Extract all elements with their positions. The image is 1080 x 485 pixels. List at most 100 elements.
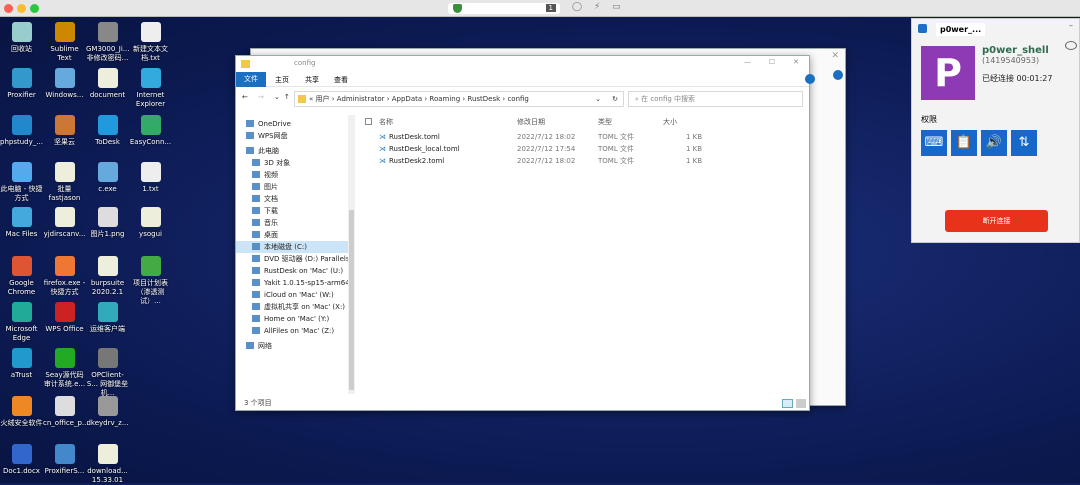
file-row[interactable]: ⋊ RustDesk_local.toml 2022/7/12 17:54 TOML … xyxy=(376,143,706,155)
column-size[interactable]: 大小 xyxy=(663,117,677,127)
desktop-icon[interactable]: aTrust xyxy=(0,348,43,380)
session-tab[interactable]: p0wer_... xyxy=(936,23,986,36)
desktop-icon[interactable]: 批量 fastjason xyxy=(43,162,86,203)
desktop-icon[interactable]: firefox.exe - 快捷方式 xyxy=(43,256,86,297)
desktop-icon[interactable]: 火绒安全软件 xyxy=(0,396,43,428)
help-icon[interactable] xyxy=(833,70,843,80)
recent-dropdown[interactable]: ⌄ xyxy=(274,93,280,101)
desktop-icon[interactable]: Windows... xyxy=(43,68,86,100)
nav-item[interactable]: 虚拟机共享 on 'Mac' (X:) xyxy=(236,301,348,313)
nav-item[interactable]: 图片 xyxy=(236,181,348,193)
desktop-icon[interactable]: OPClient-S... 网御堡垒机... xyxy=(86,348,129,398)
close-icon[interactable]: ✕ xyxy=(831,51,839,61)
nav-item[interactable]: 下载 xyxy=(236,205,348,217)
breadcrumb-item[interactable]: « xyxy=(309,95,313,103)
address-dropdown[interactable]: ⌄ xyxy=(595,92,601,106)
desktop-icon[interactable]: 坚果云 xyxy=(43,115,86,147)
nav-item[interactable]: WPS网盘 xyxy=(236,130,348,142)
large-icons-view-button[interactable] xyxy=(796,399,806,408)
nav-item[interactable]: 网络 xyxy=(236,340,348,352)
minimize-window-button[interactable] xyxy=(17,4,26,13)
minimize-button[interactable]: – xyxy=(1069,21,1073,30)
back-button[interactable]: ← xyxy=(242,93,248,101)
nav-item[interactable]: Home on 'Mac' (Y:) xyxy=(236,313,348,325)
nav-item[interactable]: 音乐 xyxy=(236,217,348,229)
up-button[interactable]: ↑ xyxy=(284,93,290,101)
desktop-icon[interactable]: document xyxy=(86,68,129,100)
desktop-icon[interactable]: phpstudy_... xyxy=(0,115,43,147)
desktop-icon[interactable]: ToDesk xyxy=(86,115,129,147)
nav-scrollbar[interactable] xyxy=(348,115,355,394)
audio-icon[interactable]: 🔊 xyxy=(981,130,1007,156)
desktop-icon[interactable]: Seay源代码审计系统.e... xyxy=(43,348,86,389)
close-window-button[interactable] xyxy=(4,4,13,13)
nav-item[interactable]: 本地磁盘 (C:) xyxy=(236,241,348,253)
zoom-window-button[interactable] xyxy=(30,4,39,13)
address-bar[interactable]: « 用户 › Administrator › AppData › Roaming… xyxy=(294,91,624,107)
nav-item[interactable]: 视频 xyxy=(236,169,348,181)
keyboard-mouse-icon[interactable]: ⌨ xyxy=(921,130,947,156)
help-icon[interactable] xyxy=(805,74,815,84)
desktop-icon[interactable]: WPS Office xyxy=(43,302,86,334)
desktop-icon[interactable]: 此电脑 - 快捷方式 xyxy=(0,162,43,203)
address-field[interactable]: 1 xyxy=(448,3,560,14)
desktop-icon[interactable]: Internet Explorer xyxy=(129,68,172,109)
desktop-icon[interactable]: c.exe xyxy=(86,162,129,194)
column-name[interactable]: 名称 xyxy=(379,117,393,127)
nav-item[interactable]: RustDesk on 'Mac' (U:) xyxy=(236,265,348,277)
desktop-icon[interactable]: Mac Files xyxy=(0,207,43,239)
desktop-icon[interactable]: burpsuite 2020.2.1 xyxy=(86,256,129,297)
desktop-icon[interactable]: ProxifierS... xyxy=(43,444,86,476)
breadcrumb-item[interactable]: AppData xyxy=(392,95,422,103)
nav-item[interactable]: iCloud on 'Mac' (W:) xyxy=(236,289,348,301)
column-date[interactable]: 修改日期 xyxy=(517,117,545,127)
display-icon[interactable]: ▭ xyxy=(612,2,621,12)
nav-item[interactable]: OneDrive xyxy=(236,118,348,130)
breadcrumb-item[interactable]: RustDesk xyxy=(467,95,500,103)
tab-view[interactable]: 查看 xyxy=(334,75,348,85)
flash-icon[interactable]: ⚡ xyxy=(594,2,600,12)
desktop-icon[interactable]: Proxifier xyxy=(0,68,43,100)
desktop-icon[interactable]: yjdirscanv... xyxy=(43,207,86,239)
nav-item[interactable]: AllFiles on 'Mac' (Z:) xyxy=(236,325,348,337)
desktop-icon[interactable]: 回收站 xyxy=(0,22,43,54)
desktop-icon[interactable]: 运维客户端 xyxy=(86,302,129,334)
file-row[interactable]: ⋊ RustDesk2.toml 2022/7/12 18:02 TOML 文件 1 K… xyxy=(376,155,706,167)
search-box[interactable]: ⌕ 在 config 中搜索 xyxy=(628,91,803,107)
clipboard-icon[interactable]: 📋 xyxy=(951,130,977,156)
nav-item[interactable]: 此电脑 xyxy=(236,145,348,157)
nav-item[interactable]: 桌面 xyxy=(236,229,348,241)
desktop-icon[interactable]: Sublime Text xyxy=(43,22,86,63)
breadcrumb-item[interactable]: Administrator xyxy=(337,95,385,103)
maximize-button[interactable]: ☐ xyxy=(769,58,775,66)
desktop-icon[interactable]: dkeydrv_z... xyxy=(86,396,129,428)
desktop-icon[interactable]: ysogui xyxy=(129,207,172,239)
file-row[interactable]: ⋊ RustDesk.toml 2022/7/12 18:02 TOML 文件 1 KB xyxy=(376,131,706,143)
nav-item[interactable]: Yakit 1.0.15-sp15-arm64 xyxy=(236,277,348,289)
desktop-icon[interactable]: 项目计划表（渗透测试）... xyxy=(129,256,172,306)
chat-icon[interactable]: ◯ xyxy=(572,2,582,12)
column-type[interactable]: 类型 xyxy=(598,117,612,127)
breadcrumb-item[interactable]: config xyxy=(507,95,528,103)
forward-button[interactable]: → xyxy=(258,93,264,101)
select-all-checkbox[interactable] xyxy=(365,118,372,125)
refresh-button[interactable]: ↻ xyxy=(612,92,618,106)
tab-home[interactable]: 主页 xyxy=(275,75,289,85)
nav-item[interactable]: 3D 对象 xyxy=(236,157,348,169)
file-transfer-icon[interactable]: ⇅ xyxy=(1011,130,1037,156)
breadcrumb-item[interactable]: Roaming xyxy=(429,95,460,103)
nav-item[interactable]: 文档 xyxy=(236,193,348,205)
minimize-button[interactable]: — xyxy=(744,58,751,66)
breadcrumb-item[interactable]: 用户 xyxy=(316,95,330,103)
details-view-button[interactable] xyxy=(782,399,793,408)
desktop-icon[interactable]: 1.txt xyxy=(129,162,172,194)
chat-icon[interactable] xyxy=(1065,41,1077,50)
close-button[interactable]: ✕ xyxy=(793,58,799,66)
desktop-icon[interactable]: GM3000_Ji... 非修改密码... xyxy=(86,22,129,63)
desktop-icon[interactable]: cn_office_p... xyxy=(43,396,89,428)
tab-share[interactable]: 共享 xyxy=(305,75,319,85)
desktop-icon[interactable]: Microsoft Edge xyxy=(0,302,43,343)
desktop-icon[interactable]: 新建文本文档.txt xyxy=(129,22,172,63)
desktop-icon[interactable]: 图片1.png xyxy=(86,207,129,239)
desktop-icon[interactable]: Google Chrome xyxy=(0,256,43,297)
